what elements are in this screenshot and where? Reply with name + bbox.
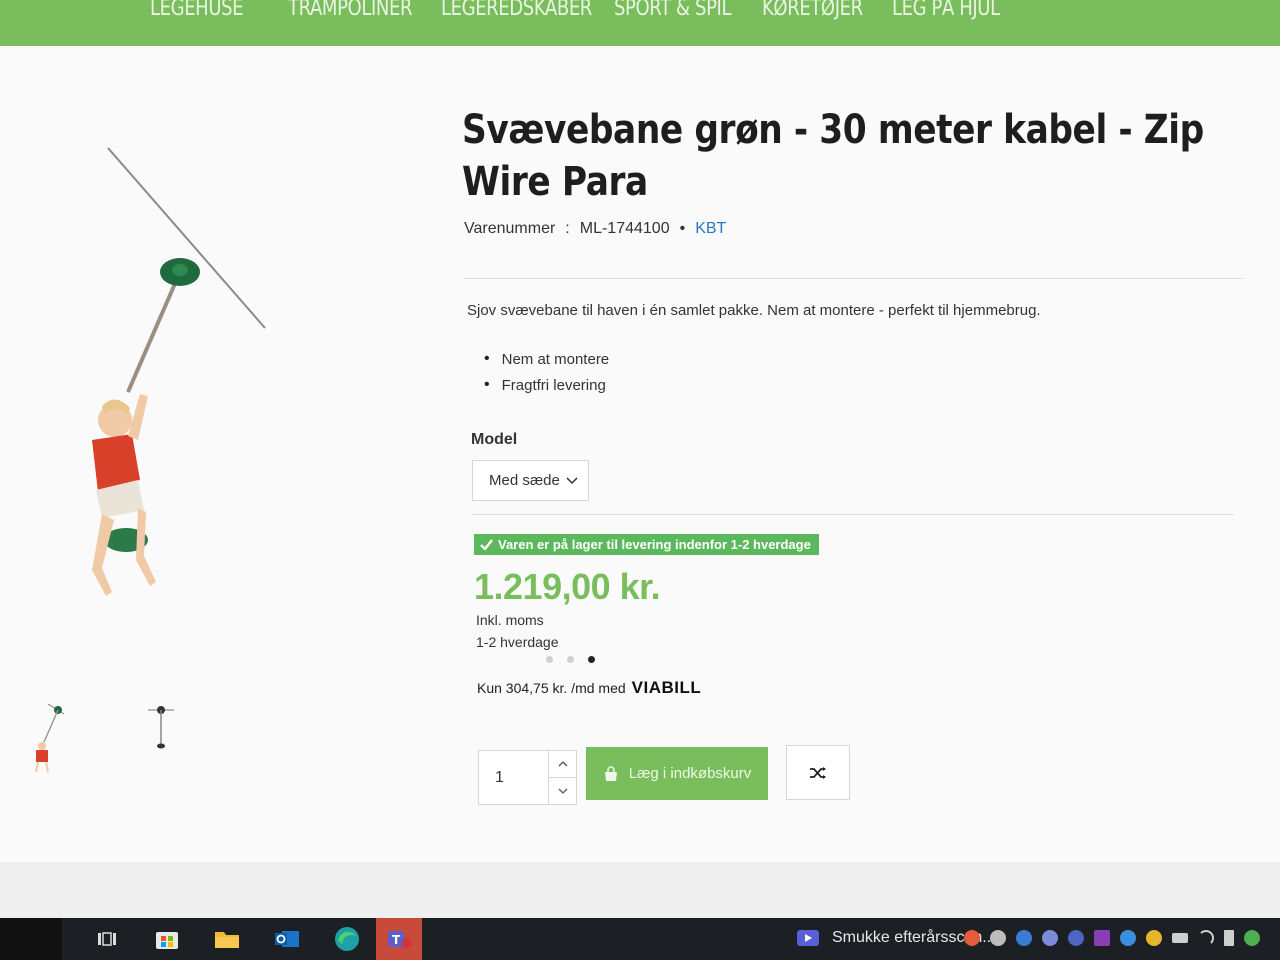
brand-link[interactable]: KBT [695, 220, 726, 238]
browser-viewport: LEGEHUSE TRAMPOLINER LEGEREDSKABER SPORT… [0, 0, 1280, 918]
nav-item-legehuse[interactable]: LEGEHUSE [150, 0, 244, 21]
delivery-time: 1-2 hverdage [476, 634, 559, 650]
tray-app-icon[interactable] [1016, 930, 1032, 946]
viabill-logo: VIABILL [631, 678, 702, 697]
carousel-dot[interactable] [546, 656, 553, 663]
outlook-icon[interactable] [272, 926, 302, 952]
onedrive-icon[interactable] [1120, 930, 1136, 946]
divider [472, 514, 1234, 515]
model-selected-value: Med sæde [489, 472, 560, 489]
main-nav: LEGEHUSE TRAMPOLINER LEGEREDSKABER SPORT… [0, 0, 1280, 46]
feature-list: Nem at montere Fragtfri levering [484, 350, 610, 402]
sku-row: Varenummer : ML-1744100 • KBT [464, 220, 726, 238]
sku-separator: : [565, 220, 570, 237]
quantity-stepper: 1 [478, 750, 577, 805]
shuffle-icon [810, 766, 826, 779]
volume-icon[interactable] [1224, 930, 1234, 946]
check-icon [480, 539, 493, 550]
tray-app-icon[interactable] [1042, 930, 1058, 946]
product-thumbnail-1[interactable] [30, 688, 90, 778]
compare-button[interactable] [786, 745, 850, 800]
feature-item: Nem at montere [484, 350, 610, 368]
product-title: Svævebane grøn - 30 meter kabel - Zip Wi… [462, 107, 1204, 205]
wifi-icon[interactable] [1198, 930, 1214, 946]
bullet-separator: • [679, 220, 686, 237]
nav-item-sport-spil[interactable]: SPORT & SPIL [614, 0, 732, 21]
divider [464, 278, 1244, 279]
quantity-increase-button[interactable] [549, 751, 576, 778]
sku-label: Varenummer [464, 220, 556, 237]
carousel-dot[interactable] [567, 656, 574, 663]
tray-app-icon[interactable] [1068, 930, 1084, 946]
store-icon[interactable] [152, 926, 182, 952]
add-to-cart-label: Læg i indkøbskurv [628, 765, 752, 782]
carousel-dots [546, 656, 595, 663]
taskbar: T Smukke efterårsscen... [62, 918, 1280, 960]
chevron-down-icon [558, 788, 567, 794]
video-icon [797, 930, 819, 946]
add-to-cart-button[interactable]: Læg i indkøbskurv [586, 747, 768, 800]
quantity-decrease-button[interactable] [549, 778, 576, 805]
chevron-up-icon [558, 760, 567, 767]
footer-band [0, 862, 1280, 918]
nav-item-leg-paa-hjul[interactable]: LEG PÅ HJUL [892, 0, 1000, 21]
tray-app-icon[interactable] [990, 930, 1006, 946]
model-label: Model [471, 431, 518, 448]
tray-app-icon[interactable] [1146, 930, 1162, 946]
onenote-icon[interactable] [1094, 930, 1110, 946]
edge-icon[interactable] [332, 926, 362, 952]
product-description: Sjov svævebane til haven i én samlet pak… [467, 302, 1041, 319]
quantity-buttons [548, 751, 576, 804]
product-thumbnail-2[interactable] [130, 688, 190, 778]
sku-value: ML-1744100 [579, 220, 670, 237]
file-explorer-icon[interactable] [212, 926, 242, 952]
tray-app-icon[interactable] [964, 930, 980, 946]
svg-text:T: T [392, 933, 401, 947]
task-view-icon[interactable] [92, 926, 122, 952]
nav-item-legeredskaber[interactable]: LEGEREDSKABER [441, 0, 592, 21]
product-image[interactable] [40, 140, 300, 610]
stock-badge: Varen er på lager til levering indenfor … [474, 534, 819, 555]
vat-note: Inkl. moms [476, 612, 544, 628]
shopping-bag-icon [604, 765, 617, 781]
model-select[interactable]: Med sæde [472, 460, 589, 501]
nav-item-trampoliner[interactable]: TRAMPOLINER [288, 0, 413, 21]
screen-bezel [0, 918, 62, 960]
stock-text: Varen er på lager til levering indenfor … [498, 537, 811, 552]
viabill-financing: Kun 304,75 kr. /md med VIABILL [477, 678, 701, 698]
system-tray [964, 930, 1260, 946]
nav-item-koeretoejer[interactable]: KØRETØJER [762, 0, 863, 21]
viabill-text: Kun 304,75 kr. /md med [477, 680, 626, 696]
battery-icon[interactable] [1172, 933, 1188, 943]
tray-app-icon[interactable] [1244, 930, 1260, 946]
carousel-dot-active[interactable] [588, 656, 595, 663]
teams-icon[interactable]: T [376, 918, 422, 960]
feature-item: Fragtfri levering [484, 376, 609, 394]
chevron-down-icon [566, 476, 578, 484]
product-price: 1.219,00 kr. [474, 566, 661, 607]
quantity-input[interactable]: 1 [495, 769, 504, 787]
